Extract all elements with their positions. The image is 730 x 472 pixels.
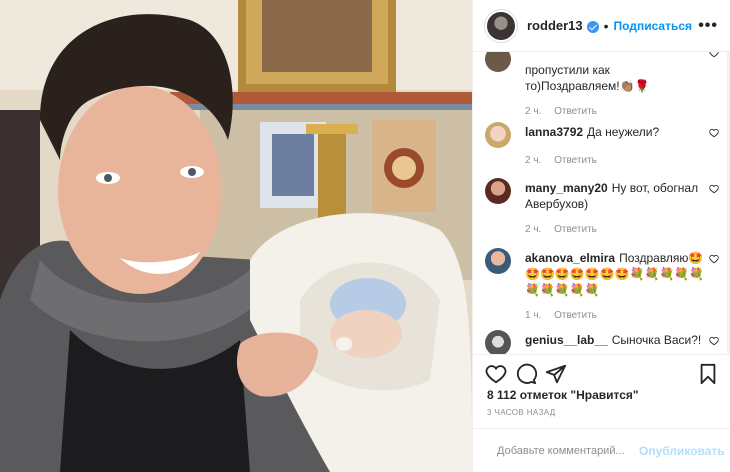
post-photo[interactable]: [0, 0, 472, 472]
comment-avatar[interactable]: [485, 330, 511, 354]
comment-time: 1 ч.: [525, 310, 542, 321]
comment-emoji-line: 💐💐💐💐💐: [525, 283, 600, 297]
comment-message: Поздравляю🤩: [619, 251, 704, 265]
reply-button[interactable]: Ответить: [554, 106, 597, 117]
comment-input[interactable]: [497, 444, 639, 457]
comment-avatar[interactable]: [485, 178, 511, 204]
comment-username[interactable]: many_many20: [525, 181, 608, 195]
comment-body: lanna3792 Да неужели? 2 ч. Ответить: [525, 124, 719, 169]
comment-time: 2 ч.: [525, 155, 542, 166]
comments-list[interactable]: пропустили как то)Поздравляем!👏🏽🌹 2 ч. О…: [473, 52, 730, 354]
more-options-icon[interactable]: •••: [698, 17, 718, 35]
comment-username[interactable]: akanova_elmira: [525, 251, 615, 265]
follow-button[interactable]: Подписаться: [614, 19, 692, 33]
comment-text: many_many20 Ну вот, обогнал: [525, 180, 719, 196]
heart-icon[interactable]: [485, 363, 507, 385]
reply-button[interactable]: Ответить: [554, 155, 597, 166]
comment-text: genius__lab__ Сыночка Васи?!: [525, 332, 719, 348]
comment-meta: 2 ч. Ответить: [525, 153, 719, 169]
comment-message: Ну вот, обогнал: [611, 181, 699, 195]
comment-icon[interactable]: [515, 363, 537, 385]
comment-item: many_many20 Ну вот, обогнал Авербухов) 2 …: [485, 178, 719, 238]
comment-text: lanna3792 Да неужели?: [525, 124, 719, 140]
heart-icon[interactable]: [709, 52, 719, 58]
photo-scene: [0, 0, 472, 472]
verified-badge-icon: [586, 20, 599, 33]
comment-time: 2 ч.: [525, 224, 542, 235]
comment-username[interactable]: genius__lab__: [525, 333, 608, 347]
comment-text-line: пропустили как: [525, 63, 610, 77]
post-side-panel: rodder13 • Подписаться ••• пропустили ка…: [472, 0, 730, 472]
post-time: 3 ЧАСОВ НАЗАД: [487, 408, 556, 417]
comment-item: lanna3792 Да неужели? 2 ч. Ответить: [485, 122, 719, 169]
add-comment-bar: Опубликовать: [473, 428, 730, 472]
comment-item: akanova_elmira Поздравляю🤩 🤩🤩🤩🤩🤩🤩🤩💐💐💐💐💐 💐…: [485, 248, 719, 324]
separator-dot: •: [603, 17, 609, 34]
comment-avatar[interactable]: [485, 122, 511, 148]
comment-text: akanova_elmira Поздравляю🤩: [525, 250, 719, 266]
heart-icon[interactable]: [709, 184, 719, 194]
author-avatar[interactable]: [485, 9, 517, 42]
reply-button[interactable]: Ответить: [554, 310, 597, 321]
publish-button[interactable]: Опубликовать: [639, 444, 725, 458]
comment-item: пропустили как то)Поздравляем!👏🏽🌹 2 ч. О…: [485, 52, 719, 120]
comment-avatar[interactable]: [485, 248, 511, 274]
comment-message: Да неужели?: [587, 125, 660, 139]
comment-emoji-line: 🤩🤩🤩🤩🤩🤩🤩💐💐💐💐💐: [525, 267, 705, 281]
comment-body: genius__lab__ Сыночка Васи?!: [525, 332, 719, 354]
comment-meta: 2 ч. Ответить: [525, 104, 719, 120]
comment-message: Сыночка Васи?!: [611, 333, 702, 347]
post-header: rodder13 • Подписаться •••: [473, 0, 730, 52]
heart-icon[interactable]: [709, 254, 719, 264]
heart-icon[interactable]: [709, 128, 719, 138]
likes-count[interactable]: 8 112 отметок "Нравится": [487, 388, 639, 402]
comment-meta: 1 ч. Ответить: [525, 308, 719, 324]
comment-avatar[interactable]: [485, 52, 511, 72]
author-username[interactable]: rodder13: [527, 18, 583, 33]
comment-meta: 2 ч. Ответить: [525, 222, 719, 238]
comment-time: 2 ч.: [525, 106, 542, 117]
comment-text-line: то)Поздравляем!👏🏽🌹: [525, 79, 650, 93]
comment-body: akanova_elmira Поздравляю🤩 🤩🤩🤩🤩🤩🤩🤩💐💐💐💐💐 💐…: [525, 250, 719, 324]
comment-body: many_many20 Ну вот, обогнал Авербухов) 2 …: [525, 180, 719, 238]
comment-username[interactable]: lanna3792: [525, 125, 583, 139]
comment-text-line: Авербухов): [525, 197, 589, 211]
bookmark-icon[interactable]: [697, 363, 719, 385]
instagram-post: rodder13 • Подписаться ••• пропустили ка…: [0, 0, 730, 472]
reply-button[interactable]: Ответить: [554, 224, 597, 235]
comment-body: пропустили как то)Поздравляем!👏🏽🌹 2 ч. О…: [525, 52, 719, 120]
share-icon[interactable]: [545, 363, 567, 385]
comment-item: genius__lab__ Сыночка Васи?!: [485, 330, 719, 354]
heart-icon[interactable]: [709, 336, 719, 346]
